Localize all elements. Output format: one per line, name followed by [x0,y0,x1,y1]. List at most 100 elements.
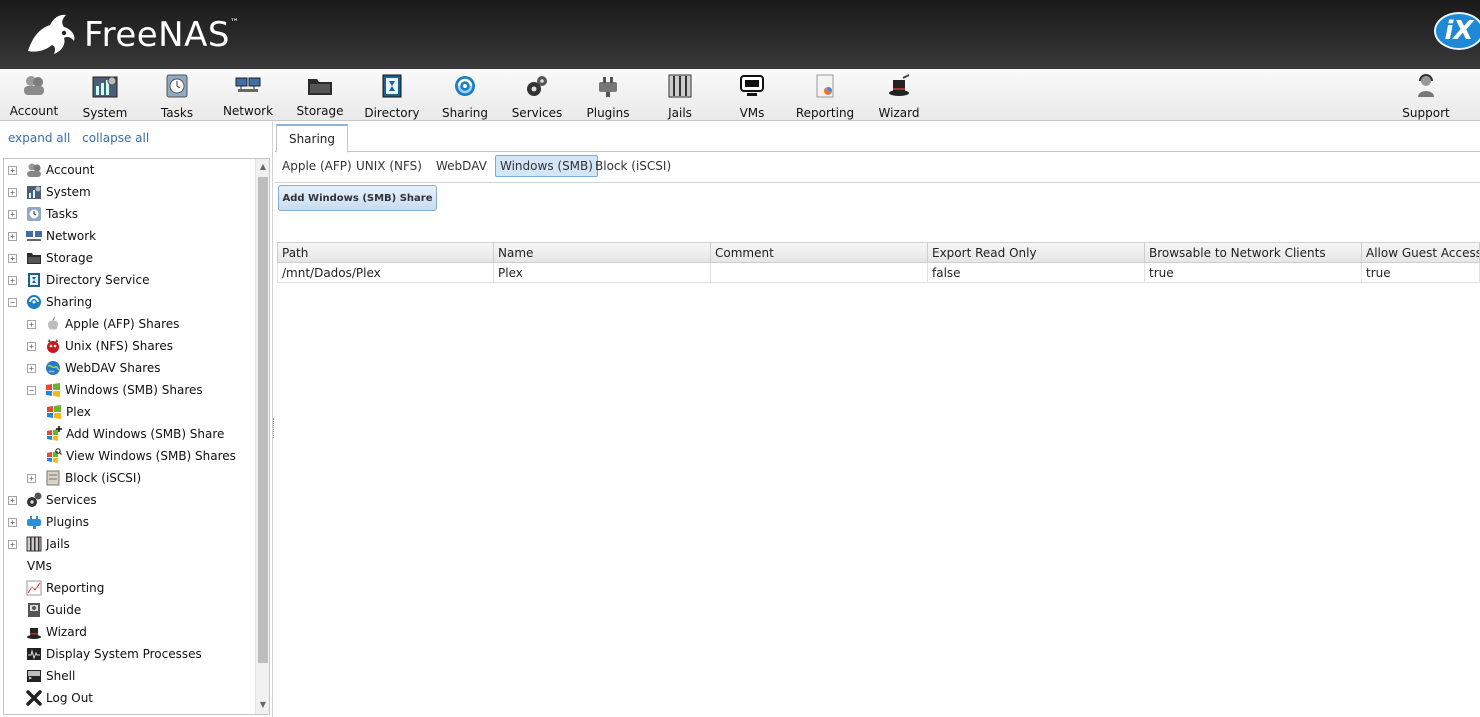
sharing-sub-tabs: Apple (AFP) UNIX (NFS) WebDAV Windows (S… [275,153,1480,183]
tree-item-jails[interactable]: + Jails [8,534,70,554]
add-smb-share-button[interactable]: Add Windows (SMB) Share [278,185,437,211]
collapse-toggle-icon[interactable]: − [8,297,17,307]
toolbar-reporting-button[interactable]: Reporting [791,74,859,120]
column-header-guest-access[interactable]: Allow Guest Access [1362,242,1480,263]
toolbar-label: Wizard [878,106,920,120]
tree-item-directory-service[interactable]: + Directory Service [8,270,149,290]
toolbar-plugins-button[interactable]: Plugins [574,74,642,120]
tree-item-block-iscsi[interactable]: + Block (iSCSI) [27,468,141,488]
tree-item-plugins[interactable]: + Plugins [8,512,89,532]
expand-toggle-icon[interactable]: + [8,275,17,285]
tree-item-label: Reporting [46,581,105,595]
expand-toggle-icon[interactable]: + [8,517,17,527]
tree-item-wizard[interactable]: Wizard [8,622,87,642]
tree-item-label: Guide [46,603,82,617]
sharing-icon [452,74,478,98]
scroll-down-icon[interactable]: ▼ [258,700,268,710]
tree-item-label: Wizard [46,625,87,639]
reporting-icon [812,74,838,98]
tree-item-plex[interactable]: Plex [46,402,91,422]
tree-item-vms[interactable]: VMs [27,556,52,576]
toolbar-storage-button[interactable]: Storage [286,74,354,118]
subtab-unix-nfs[interactable]: UNIX (NFS) [352,155,426,177]
toolbar-directory-button[interactable]: Directory [358,74,426,120]
toolbar-tasks-button[interactable]: Tasks [143,74,211,120]
directory-icon [26,272,42,288]
tree-item-services[interactable]: + Services [8,490,97,510]
expand-toggle-icon[interactable]: + [27,473,36,483]
windows-flag-icon [45,382,61,398]
vms-icon [739,74,765,98]
tree-item-reporting[interactable]: Reporting [8,578,104,598]
toolbar-services-button[interactable]: Services [503,74,571,120]
tree-item-label: Plugins [46,515,89,529]
tree-scrollbar[interactable]: ▲ ▼ [255,159,269,714]
table-row-cell-comment[interactable] [711,263,928,283]
jails-icon [26,536,42,552]
expand-toggle-icon[interactable]: + [8,539,17,549]
table-row-cell-guest-access[interactable]: true [1362,263,1480,283]
expand-toggle-icon[interactable]: + [27,341,36,351]
expand-toggle-icon[interactable]: + [8,495,17,505]
tree-item-system[interactable]: + System [8,182,91,202]
toolbar-label: Account [9,104,59,118]
wizard-icon [26,624,42,640]
collapse-all-link[interactable]: collapse all [82,131,149,145]
scroll-up-icon[interactable]: ▲ [258,162,268,172]
tab-sharing[interactable]: Sharing [276,124,348,153]
tree-item-windows-smb-shares[interactable]: − Windows (SMB) Shares [27,380,203,400]
column-header-export-read-only[interactable]: Export Read Only [928,242,1145,263]
tree-item-webdav-shares[interactable]: + WebDAV Shares [27,358,161,378]
column-header-comment[interactable]: Comment [711,242,928,263]
toolbar-wizard-button[interactable]: Wizard [865,74,933,120]
tree-item-shell[interactable]: Shell [8,666,75,686]
subtab-windows-smb[interactable]: Windows (SMB) [495,155,598,177]
toolbar-sharing-button[interactable]: Sharing [431,74,499,120]
expand-toggle-icon[interactable]: + [27,363,36,373]
column-header-path[interactable]: Path [277,242,494,263]
expand-toggle-icon[interactable]: + [8,253,17,263]
toolbar-support-button[interactable]: Support [1392,74,1460,120]
toolbar-jails-button[interactable]: Jails [646,74,714,120]
table-row-cell-name[interactable]: Plex [494,263,711,283]
tree-item-add-windows-smb-share[interactable]: Add Windows (SMB) Share [46,424,224,444]
guide-icon [26,602,42,618]
tree-item-tasks[interactable]: + Tasks [8,204,78,224]
tree-item-label: Jails [46,537,70,551]
expand-all-link[interactable]: expand all [8,131,70,145]
tree-item-apple-afp-shares[interactable]: + Apple (AFP) Shares [27,314,179,334]
column-header-name[interactable]: Name [494,242,711,263]
toolbar-account-button[interactable]: Account [0,74,68,118]
tree-item-display-system-processes[interactable]: Display System Processes [8,644,202,664]
tree-controls: expand all collapse all [8,131,157,145]
expand-toggle-icon[interactable]: + [8,231,17,241]
toolbar-network-button[interactable]: Network [214,74,282,118]
tree-item-log-out[interactable]: Log Out [8,688,93,708]
table-row-cell-browsable[interactable]: true [1145,263,1362,283]
toolbar-vms-button[interactable]: VMs [718,74,786,120]
expand-toggle-icon[interactable]: + [8,187,17,197]
table-row-cell-export-read-only[interactable]: false [928,263,1145,283]
expand-toggle-icon[interactable]: + [27,319,36,329]
scroll-thumb[interactable] [258,177,268,663]
subtab-block-iscsi[interactable]: Block (iSCSI) [591,155,675,177]
expand-toggle-icon[interactable]: + [8,209,17,219]
tree-item-label: Directory Service [46,273,150,287]
tree-item-unix-nfs-shares[interactable]: + Unix (NFS) Shares [27,336,173,356]
tree-item-label: Log Out [46,691,94,705]
column-header-browsable[interactable]: Browsable to Network Clients [1145,242,1362,263]
table-row-cell-path[interactable]: /mnt/Dados/Plex [277,263,494,283]
toolbar-system-button[interactable]: System [71,74,139,120]
tree-item-view-windows-smb-shares[interactable]: View Windows (SMB) Shares [46,446,236,466]
subtab-apple-afp[interactable]: Apple (AFP) [278,155,356,177]
subtab-webdav[interactable]: WebDAV [432,155,491,177]
processes-icon [26,646,42,662]
tree-item-sharing[interactable]: − Sharing [8,292,92,312]
toolbar-label: Network [222,104,274,118]
expand-toggle-icon[interactable]: + [8,165,17,175]
tree-item-guide[interactable]: Guide [8,600,81,620]
collapse-toggle-icon[interactable]: − [27,385,36,395]
tree-item-storage[interactable]: + Storage [8,248,93,268]
tree-item-account[interactable]: + Account [8,160,94,180]
tree-item-network[interactable]: + Network [8,226,96,246]
